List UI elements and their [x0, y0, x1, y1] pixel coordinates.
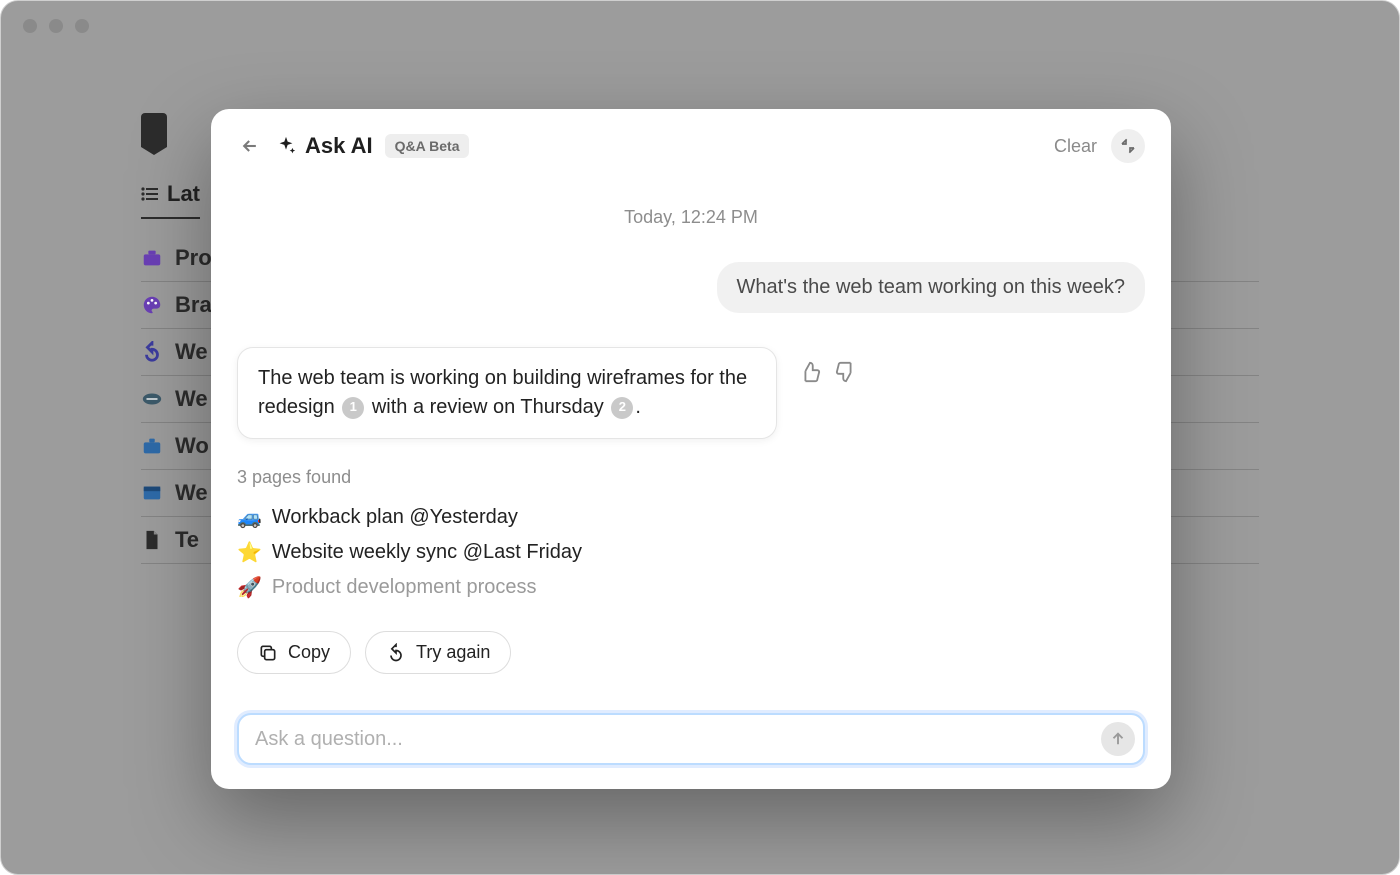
window-icon [141, 482, 163, 504]
source-emoji-icon: 🚙 [237, 505, 262, 530]
list-item-label: We [175, 386, 208, 412]
modal-footer [211, 695, 1171, 789]
pages-found-label: 3 pages found [237, 467, 1145, 488]
send-button[interactable] [1101, 722, 1135, 756]
source-title: Workback plan @Yesterday [272, 506, 518, 529]
try-again-label: Try again [416, 642, 490, 663]
copy-icon [258, 643, 278, 663]
ask-ai-modal: Ask AI Q&A Beta Clear Today, 12:24 PM Wh… [211, 109, 1171, 789]
conversation-area: Today, 12:24 PM What's the web team work… [211, 171, 1171, 695]
source-emoji-icon: 🚀 [237, 575, 262, 600]
source-emoji-icon: ⭐ [237, 540, 262, 565]
action-buttons: Copy Try again [237, 631, 1145, 674]
list-item-label: We [175, 339, 208, 365]
palette-icon [141, 294, 163, 316]
timestamp: Today, 12:24 PM [237, 207, 1145, 228]
maximize-window-icon[interactable] [75, 19, 89, 33]
ai-message: The web team is working on building wire… [237, 347, 777, 439]
file-icon [141, 529, 163, 551]
list-item-label: Pro [175, 245, 212, 271]
ai-text-segment: with a review on Thursday [366, 396, 609, 418]
thumbs-up-icon[interactable] [799, 361, 821, 383]
list-item-label: Te [175, 527, 199, 553]
try-again-button[interactable]: Try again [365, 631, 511, 674]
source-title: Product development process [272, 576, 537, 599]
window-controls [23, 19, 89, 33]
briefcase-icon [141, 435, 163, 457]
source-link[interactable]: 🚀 Product development process [237, 570, 1145, 605]
bookmark-icon [141, 113, 167, 147]
close-window-icon[interactable] [23, 19, 37, 33]
latest-tab-label: Lat [167, 181, 200, 207]
collapse-button[interactable] [1111, 129, 1145, 163]
copy-label: Copy [288, 642, 330, 663]
beta-badge: Q&A Beta [385, 134, 470, 158]
list-item-label: Bra [175, 292, 212, 318]
arrow-up-icon [1109, 730, 1127, 748]
toolbox-icon [141, 247, 163, 269]
list-item-label: Wo [175, 433, 209, 459]
reference-badge-1[interactable]: 1 [342, 397, 364, 419]
minimize-window-icon[interactable] [49, 19, 63, 33]
clear-button[interactable]: Clear [1054, 136, 1097, 157]
football-icon [141, 388, 163, 410]
feedback-buttons [799, 347, 857, 383]
question-input[interactable] [237, 713, 1145, 765]
sparkle-icon [275, 135, 297, 157]
undo-icon [141, 341, 163, 363]
list-icon [141, 187, 159, 201]
copy-button[interactable]: Copy [237, 631, 351, 674]
arrow-left-icon [240, 136, 260, 156]
thumbs-down-icon[interactable] [835, 361, 857, 383]
modal-header: Ask AI Q&A Beta Clear [211, 109, 1171, 171]
source-title: Website weekly sync @Last Friday [272, 541, 582, 564]
user-message: What's the web team working on this week… [717, 262, 1145, 313]
sources-section: 3 pages found 🚙 Workback plan @Yesterday… [237, 467, 1145, 605]
ai-text-segment: . [635, 396, 641, 418]
latest-tab[interactable]: Lat [141, 181, 200, 219]
source-link[interactable]: 🚙 Workback plan @Yesterday [237, 500, 1145, 535]
list-item-label: We [175, 480, 208, 506]
retry-icon [386, 643, 406, 663]
app-window: Lat Pro Bra We We Wo We Te Ask AI Q&A Be… [0, 0, 1400, 875]
collapse-icon [1120, 138, 1136, 154]
reference-badge-2[interactable]: 2 [611, 397, 633, 419]
source-link[interactable]: ⭐ Website weekly sync @Last Friday [237, 535, 1145, 570]
back-button[interactable] [237, 133, 263, 159]
modal-title: Ask AI [305, 133, 373, 159]
